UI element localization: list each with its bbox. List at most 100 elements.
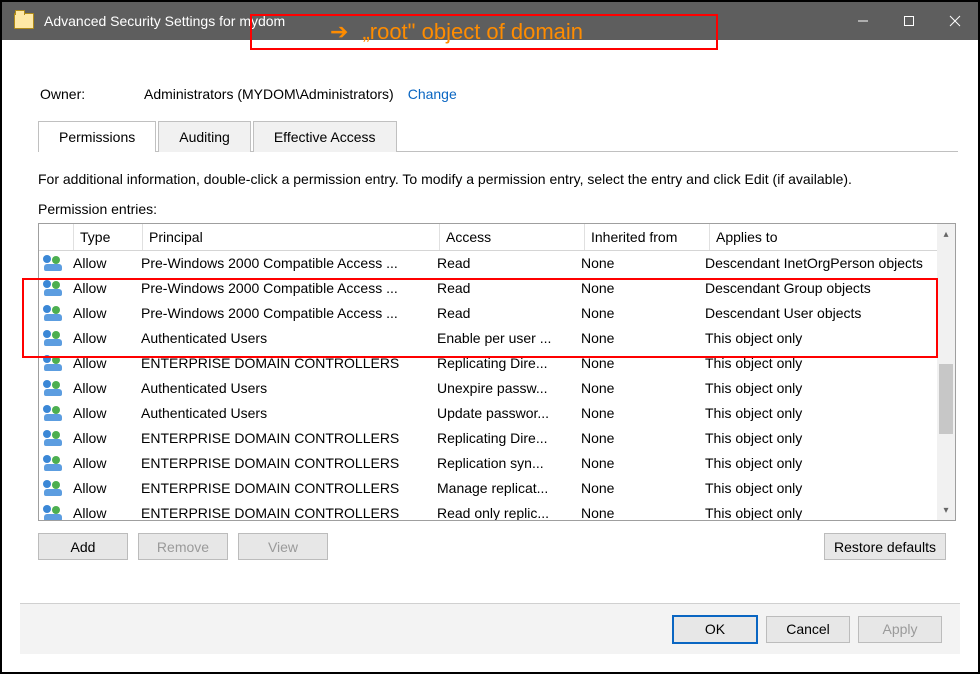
vertical-scrollbar[interactable]: ▴ ▾: [937, 224, 955, 520]
cell-type: Allow: [67, 330, 135, 346]
cell-access: Manage replicat...: [431, 480, 575, 496]
minimize-button[interactable]: [840, 2, 886, 40]
close-icon: [949, 15, 961, 27]
cell-type: Allow: [67, 355, 135, 371]
cell-applies: This object only: [699, 355, 937, 371]
window-frame: Advanced Security Settings for mydom ➔ „…: [0, 0, 980, 674]
cell-principal: ENTERPRISE DOMAIN CONTROLLERS: [135, 505, 431, 521]
cell-applies: This object only: [699, 380, 937, 396]
table-row[interactable]: AllowENTERPRISE DOMAIN CONTROLLERSRead o…: [39, 500, 937, 520]
titlebar[interactable]: Advanced Security Settings for mydom: [2, 2, 978, 40]
cell-inherited: None: [575, 480, 699, 496]
col-type[interactable]: Type: [74, 224, 143, 250]
users-group-icon: [43, 305, 63, 321]
users-group-icon: [43, 330, 63, 346]
owner-row: Owner: Administrators (MYDOM\Administrat…: [40, 86, 960, 102]
cell-access: Replicating Dire...: [431, 430, 575, 446]
owner-label: Owner:: [40, 86, 144, 102]
folder-icon: [14, 13, 34, 29]
cell-principal: ENTERPRISE DOMAIN CONTROLLERS: [135, 455, 431, 471]
col-access[interactable]: Access: [440, 224, 585, 250]
cell-principal: Authenticated Users: [135, 405, 431, 421]
cell-inherited: None: [575, 280, 699, 296]
hint-text: For additional information, double-click…: [38, 171, 956, 187]
scroll-down-icon[interactable]: ▾: [937, 500, 955, 520]
cell-type: Allow: [67, 455, 135, 471]
cell-access: Read: [431, 305, 575, 321]
col-icon[interactable]: [39, 224, 74, 250]
scroll-thumb[interactable]: [939, 364, 953, 434]
maximize-icon: [903, 15, 915, 27]
cell-applies: This object only: [699, 455, 937, 471]
table-row[interactable]: AllowAuthenticated UsersEnable per user …: [39, 325, 937, 350]
permission-grid[interactable]: Type Principal Access Inherited from App…: [38, 223, 956, 521]
cell-principal: ENTERPRISE DOMAIN CONTROLLERS: [135, 480, 431, 496]
cell-principal: Pre-Windows 2000 Compatible Access ...: [135, 280, 431, 296]
table-row[interactable]: AllowPre-Windows 2000 Compatible Access …: [39, 300, 937, 325]
cell-access: Unexpire passw...: [431, 380, 575, 396]
cell-type: Allow: [67, 505, 135, 521]
cell-type: Allow: [67, 280, 135, 296]
maximize-button[interactable]: [886, 2, 932, 40]
cell-type: Allow: [67, 255, 135, 271]
apply-button[interactable]: Apply: [858, 616, 942, 643]
cell-applies: This object only: [699, 505, 937, 521]
add-button[interactable]: Add: [38, 533, 128, 560]
table-row[interactable]: AllowENTERPRISE DOMAIN CONTROLLERSManage…: [39, 475, 937, 500]
close-button[interactable]: [932, 2, 978, 40]
cell-applies: This object only: [699, 330, 937, 346]
grid-header: Type Principal Access Inherited from App…: [39, 224, 955, 251]
tab-auditing[interactable]: Auditing: [158, 121, 251, 152]
cell-access: Update passwor...: [431, 405, 575, 421]
table-row[interactable]: AllowAuthenticated UsersUnexpire passw..…: [39, 375, 937, 400]
cell-type: Allow: [67, 430, 135, 446]
cell-inherited: None: [575, 380, 699, 396]
tab-effective-access[interactable]: Effective Access: [253, 121, 397, 152]
table-row[interactable]: AllowPre-Windows 2000 Compatible Access …: [39, 275, 937, 300]
cell-inherited: None: [575, 330, 699, 346]
col-applies[interactable]: Applies to: [710, 224, 955, 250]
table-row[interactable]: AllowENTERPRISE DOMAIN CONTROLLERSReplic…: [39, 425, 937, 450]
grid-buttons: Add Remove View Restore defaults: [38, 533, 956, 560]
cell-access: Replication syn...: [431, 455, 575, 471]
grid-rows: AllowPre-Windows 2000 Compatible Access …: [39, 250, 937, 520]
remove-button[interactable]: Remove: [138, 533, 228, 560]
cell-principal: ENTERPRISE DOMAIN CONTROLLERS: [135, 430, 431, 446]
tab-permissions[interactable]: Permissions: [38, 121, 156, 152]
restore-defaults-button[interactable]: Restore defaults: [824, 533, 946, 560]
users-group-icon: [43, 280, 63, 296]
col-principal[interactable]: Principal: [143, 224, 440, 250]
view-button[interactable]: View: [238, 533, 328, 560]
cancel-button[interactable]: Cancel: [766, 616, 850, 643]
cell-type: Allow: [67, 480, 135, 496]
ok-button[interactable]: OK: [672, 615, 758, 644]
users-group-icon: [43, 255, 63, 271]
cell-inherited: None: [575, 355, 699, 371]
window-controls: [840, 2, 978, 40]
cell-principal: Pre-Windows 2000 Compatible Access ...: [135, 305, 431, 321]
users-group-icon: [43, 455, 63, 471]
cell-inherited: None: [575, 305, 699, 321]
table-row[interactable]: AllowPre-Windows 2000 Compatible Access …: [39, 250, 937, 275]
table-row[interactable]: AllowENTERPRISE DOMAIN CONTROLLERSReplic…: [39, 450, 937, 475]
cell-applies: Descendant Group objects: [699, 280, 937, 296]
col-inherited[interactable]: Inherited from: [585, 224, 710, 250]
users-group-icon: [43, 380, 63, 396]
cell-inherited: None: [575, 255, 699, 271]
scroll-up-icon[interactable]: ▴: [937, 224, 955, 244]
table-row[interactable]: AllowENTERPRISE DOMAIN CONTROLLERSReplic…: [39, 350, 937, 375]
cell-applies: This object only: [699, 480, 937, 496]
cell-access: Read only replic...: [431, 505, 575, 521]
cell-applies: This object only: [699, 405, 937, 421]
change-owner-link[interactable]: Change: [408, 86, 457, 102]
users-group-icon: [43, 405, 63, 421]
table-row[interactable]: AllowAuthenticated UsersUpdate passwor..…: [39, 400, 937, 425]
users-group-icon: [43, 355, 63, 371]
cell-applies: Descendant InetOrgPerson objects: [699, 255, 937, 271]
cell-type: Allow: [67, 405, 135, 421]
scroll-track[interactable]: [937, 244, 955, 500]
cell-principal: Pre-Windows 2000 Compatible Access ...: [135, 255, 431, 271]
users-group-icon: [43, 480, 63, 496]
cell-principal: ENTERPRISE DOMAIN CONTROLLERS: [135, 355, 431, 371]
cell-principal: Authenticated Users: [135, 330, 431, 346]
